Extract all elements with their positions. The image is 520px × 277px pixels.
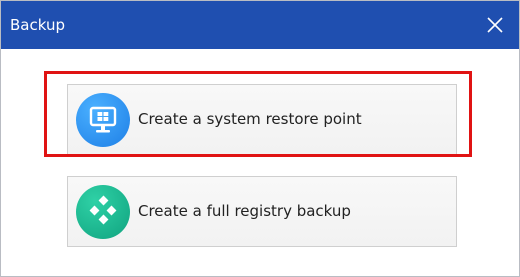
backup-dialog: Backup Create a system restore point Cre…: [0, 0, 520, 277]
create-registry-backup-button[interactable]: Create a full registry backup: [67, 176, 457, 247]
close-button[interactable]: [471, 1, 519, 49]
dialog-content: Create a system restore point Create a f…: [1, 49, 519, 276]
monitor-windows-icon: [76, 93, 130, 147]
restore-point-label: Create a system restore point: [138, 110, 362, 128]
close-icon: [487, 17, 503, 33]
registry-cubes-icon: [76, 185, 130, 239]
registry-backup-label: Create a full registry backup: [138, 202, 351, 220]
title-bar: Backup: [1, 1, 519, 49]
dialog-title: Backup: [10, 16, 65, 34]
create-restore-point-button[interactable]: Create a system restore point: [67, 84, 457, 155]
